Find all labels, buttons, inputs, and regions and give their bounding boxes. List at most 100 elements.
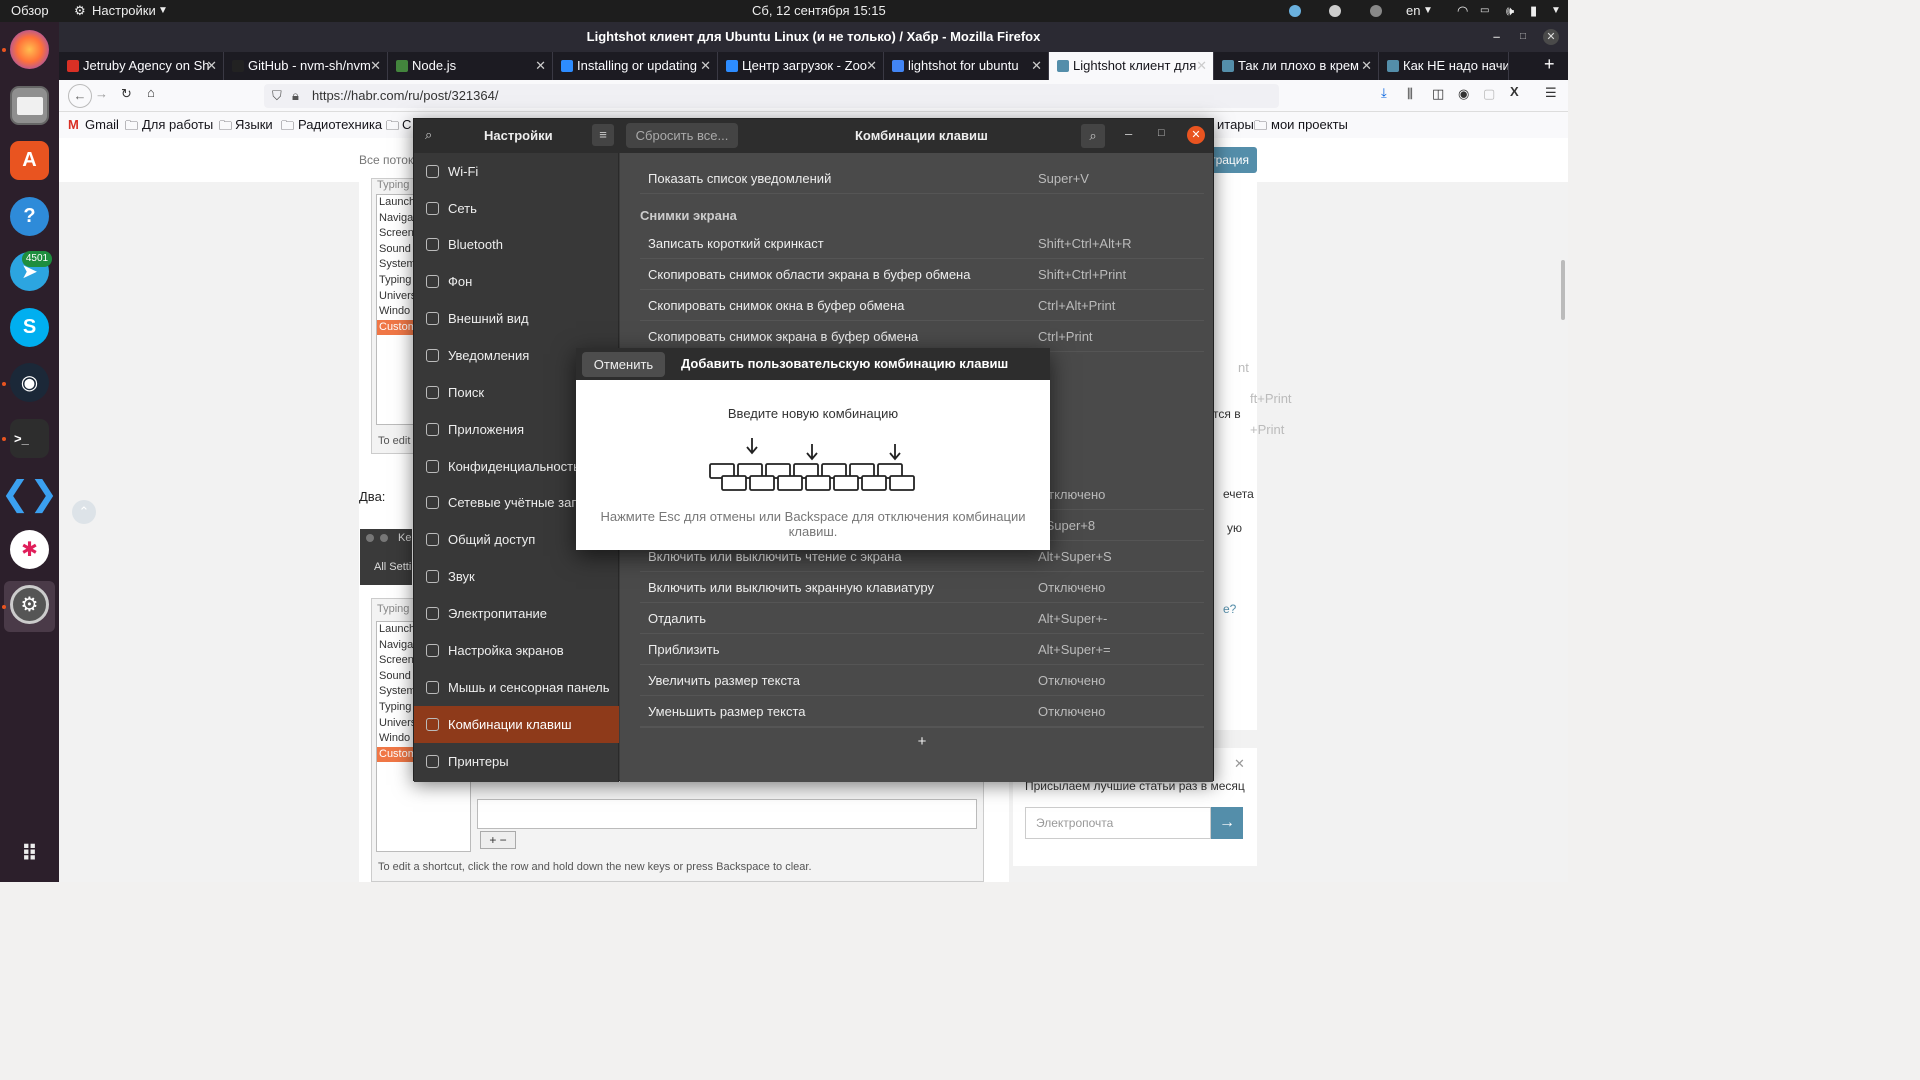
add-remove-buttons[interactable]: + − <box>480 831 516 849</box>
tray-app-icon[interactable] <box>1289 5 1301 17</box>
minimize-icon[interactable]: – <box>1493 22 1500 52</box>
shortcut-row[interactable]: Увеличить размер текста Отключено <box>640 665 1204 696</box>
tab-6[interactable]: lightshot for ubuntu ✕ <box>884 52 1049 80</box>
sidebar-item-15[interactable]: Мышь и сенсорная панель <box>414 669 619 706</box>
language-indicator[interactable]: en <box>1406 3 1420 18</box>
wifi-icon[interactable]: ◠ <box>1457 3 1468 19</box>
slack-icon[interactable]: ✱ <box>10 530 49 569</box>
skype-icon[interactable]: S <box>10 308 49 347</box>
cancel-button[interactable]: Отменить <box>582 352 665 377</box>
sidebar-item-12[interactable]: Звук <box>414 558 619 595</box>
tab-9[interactable]: Как НЕ надо начинат <box>1379 52 1509 80</box>
forward-arrow-icon[interactable]: → <box>95 86 108 101</box>
bookmark-gmail[interactable]: Gmail <box>85 117 119 132</box>
sidebar-item-14[interactable]: Настройка экранов <box>414 632 619 669</box>
close-tab-icon[interactable]: ✕ <box>370 52 381 80</box>
shortcut-row[interactable]: Включить или выключить экранную клавиату… <box>640 572 1204 603</box>
close-tab-icon[interactable]: ✕ <box>700 52 711 80</box>
reset-all-button[interactable]: Сбросить все... <box>626 123 738 148</box>
tab-7[interactable]: Lightshot клиент для ✕ <box>1049 52 1214 80</box>
bookmark-folder-c[interactable]: C <box>402 117 411 132</box>
close-icon[interactable]: ✕ <box>1187 126 1205 144</box>
tracking-protection-icon[interactable]: ⛉ <box>272 84 282 108</box>
close-tab-icon[interactable]: ✕ <box>535 52 546 80</box>
all-streams-link[interactable]: Все поток <box>359 153 413 167</box>
show-apps-grid-icon[interactable]: ⠿ <box>10 834 49 873</box>
close-icon[interactable]: ✕ <box>1234 756 1245 772</box>
close-icon[interactable]: ✕ <box>1543 29 1559 45</box>
menu-icon[interactable]: ☰ <box>1545 85 1557 101</box>
close-tab-icon[interactable]: ✕ <box>206 52 217 80</box>
url-text[interactable]: https://habr.com/ru/post/321364/ <box>312 88 498 103</box>
files-icon[interactable] <box>10 86 49 125</box>
system-menu-chevron-icon[interactable]: ▼ <box>1551 5 1561 16</box>
terminal-icon[interactable]: >_ <box>10 419 49 458</box>
bookmark-folder-languages[interactable]: Языки <box>235 117 273 132</box>
vpn-icon[interactable]: ▭ <box>1480 5 1489 16</box>
page-scrollbar[interactable] <box>1561 260 1565 320</box>
vscode-icon[interactable]: ❮❯ <box>1 474 58 513</box>
firefox-icon[interactable] <box>10 30 49 69</box>
bookmark-folder-guitars[interactable]: итары <box>1217 117 1254 132</box>
shortcut-row[interactable]: Скопировать снимок области экрана в буфе… <box>640 259 1204 290</box>
tab-4[interactable]: Installing or updating ✕ <box>553 52 718 80</box>
close-tab-icon[interactable]: ✕ <box>1361 52 1372 80</box>
reload-icon[interactable]: ↻ <box>121 86 132 102</box>
minimize-icon[interactable]: – <box>1125 126 1132 141</box>
library-icon[interactable]: ⫼ <box>1407 86 1413 102</box>
bookmark-folder-projects[interactable]: мои проекты <box>1271 117 1348 132</box>
tray-steam-icon[interactable] <box>1329 5 1341 17</box>
tab-1[interactable]: Jetruby Agency on Sh ✕ <box>59 52 224 80</box>
close-tab-icon[interactable]: ✕ <box>866 52 877 80</box>
shortcut-row[interactable]: Уменьшить размер текста Отключено <box>640 696 1204 727</box>
clock[interactable]: Сб, 12 сентября 15:15 <box>752 3 886 18</box>
scroll-up-icon[interactable]: ⌃ <box>72 500 96 524</box>
maximize-icon[interactable]: □ <box>1520 22 1526 52</box>
close-tab-icon[interactable]: ✕ <box>1196 52 1207 80</box>
shortcut-row[interactable]: Приблизить Alt+Super+= <box>640 634 1204 665</box>
bookmark-folder-work[interactable]: Для работы <box>142 117 213 132</box>
hamburger-menu-icon[interactable]: ≡ <box>592 124 614 146</box>
software-center-icon[interactable]: A <box>10 141 49 180</box>
lock-icon[interactable]: 🔒︎ <box>292 84 299 108</box>
sidebar-item-1[interactable]: Wi-Fi <box>414 153 619 190</box>
volume-icon[interactable]: 🕪 <box>1506 3 1514 19</box>
steam-icon[interactable]: ◉ <box>10 363 49 402</box>
tab-2[interactable]: GitHub - nvm-sh/nvm ✕ <box>224 52 388 80</box>
sidebar-item-17[interactable]: Принтеры <box>414 743 619 780</box>
url-bar[interactable]: ⛉ 🔒︎ https://habr.com/ru/post/321364/ <box>264 84 1279 108</box>
sidebar-item-3[interactable]: Bluetooth <box>414 226 619 263</box>
account-icon[interactable]: ◉ <box>1458 86 1469 102</box>
close-tab-icon[interactable]: ✕ <box>1031 52 1042 80</box>
tray-vpn-icon[interactable] <box>1370 5 1382 17</box>
battery-icon[interactable]: ▮ <box>1530 3 1537 19</box>
sidebar-icon[interactable]: ◫ <box>1432 86 1444 102</box>
sidebar-item-4[interactable]: Фон <box>414 263 619 300</box>
help-icon[interactable]: ? <box>10 197 49 236</box>
tab-8[interactable]: Так ли плохо в крем ✕ <box>1214 52 1379 80</box>
bookmark-folder-radio[interactable]: Радиотехника <box>298 117 382 132</box>
shortcut-row[interactable]: Скопировать снимок окна в буфер обмена Ct… <box>640 290 1204 321</box>
settings-gear-icon[interactable]: ⚙ <box>10 585 49 624</box>
extension-x-icon[interactable]: X <box>1510 84 1519 99</box>
sidebar-item-16[interactable]: Комбинации клавиш <box>414 706 619 743</box>
add-shortcut-button[interactable]: + <box>640 727 1204 755</box>
new-tab-icon[interactable]: + <box>1544 54 1555 75</box>
sidebar-item-5[interactable]: Внешний вид <box>414 300 619 337</box>
tab-5[interactable]: Центр загрузок - Zoo ✕ <box>718 52 884 80</box>
back-arrow-icon[interactable]: ← <box>68 84 92 108</box>
maximize-icon[interactable]: □ <box>1158 127 1165 139</box>
gear-icon[interactable]: ⚙ <box>74 3 86 19</box>
shortcut-row[interactable]: Показать список уведомлений Super+V <box>640 163 1204 194</box>
email-input[interactable]: Электропочта <box>1025 807 1211 839</box>
extension-icon[interactable]: ▢ <box>1483 86 1495 102</box>
activities-button[interactable]: Обзор <box>11 3 49 18</box>
shortcut-row[interactable]: Отдалить Alt+Super+- <box>640 603 1204 634</box>
shortcut-row[interactable]: Записать короткий скринкаст Shift+Ctrl+Al… <box>640 228 1204 259</box>
search-icon[interactable]: ⌕ <box>1081 124 1105 148</box>
subscribe-arrow-icon[interactable]: → <box>1211 807 1243 839</box>
home-icon[interactable]: ⌂ <box>147 85 155 100</box>
download-icon[interactable]: ⤓ <box>1381 85 1387 101</box>
sidebar-item-2[interactable]: Сеть <box>414 190 619 227</box>
sidebar-item-13[interactable]: Электропитание <box>414 595 619 632</box>
